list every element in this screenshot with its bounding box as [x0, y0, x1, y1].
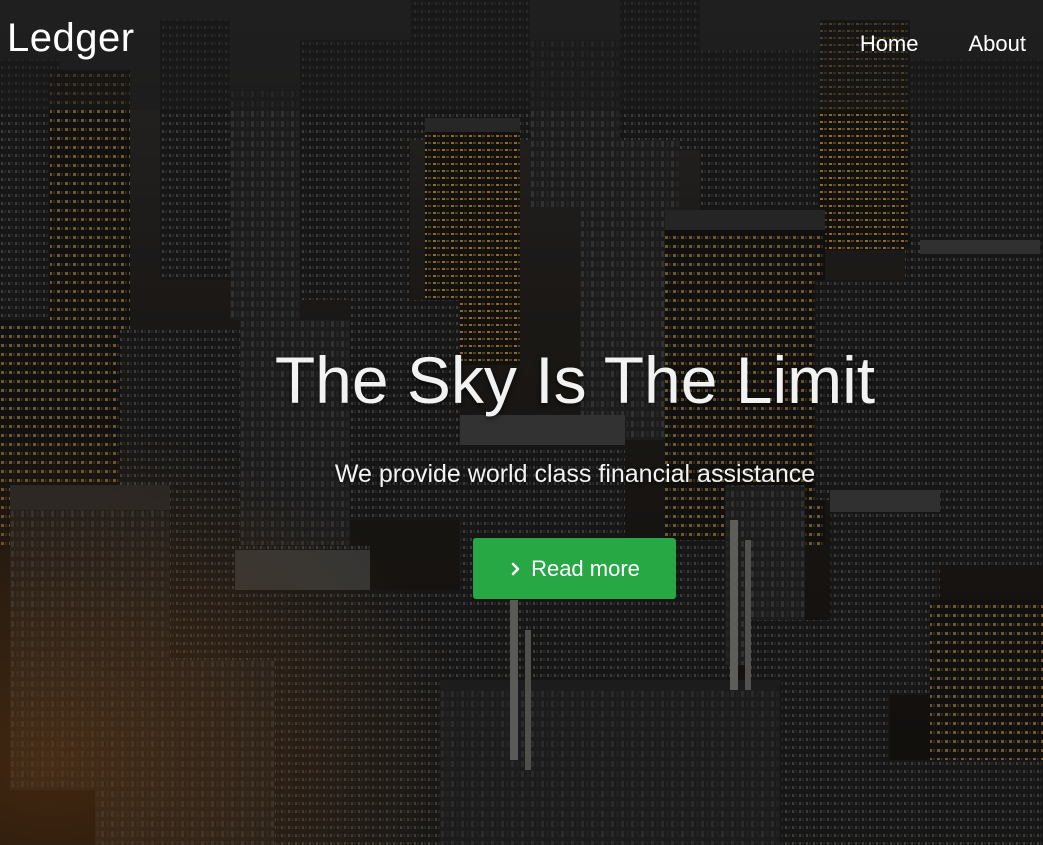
- nav-link-about[interactable]: About: [969, 30, 1027, 58]
- hero-content: The Sky Is The Limit We provide world cl…: [0, 338, 1043, 490]
- top-navbar: Ledger Home About: [0, 0, 1043, 110]
- nav-links: Home About: [860, 30, 1026, 58]
- brand-logo[interactable]: Ledger: [7, 14, 135, 62]
- hero-title: The Sky Is The Limit: [274, 343, 876, 417]
- chevron-right-icon: [511, 562, 520, 575]
- hero-subtitle: We provide world class financial assista…: [334, 460, 816, 488]
- nav-link-home[interactable]: Home: [860, 30, 919, 58]
- hero-section: Ledger Home About The Sky Is The Limit W…: [0, 0, 1043, 845]
- read-more-button[interactable]: Read more: [473, 538, 676, 599]
- read-more-label: Read more: [531, 555, 640, 581]
